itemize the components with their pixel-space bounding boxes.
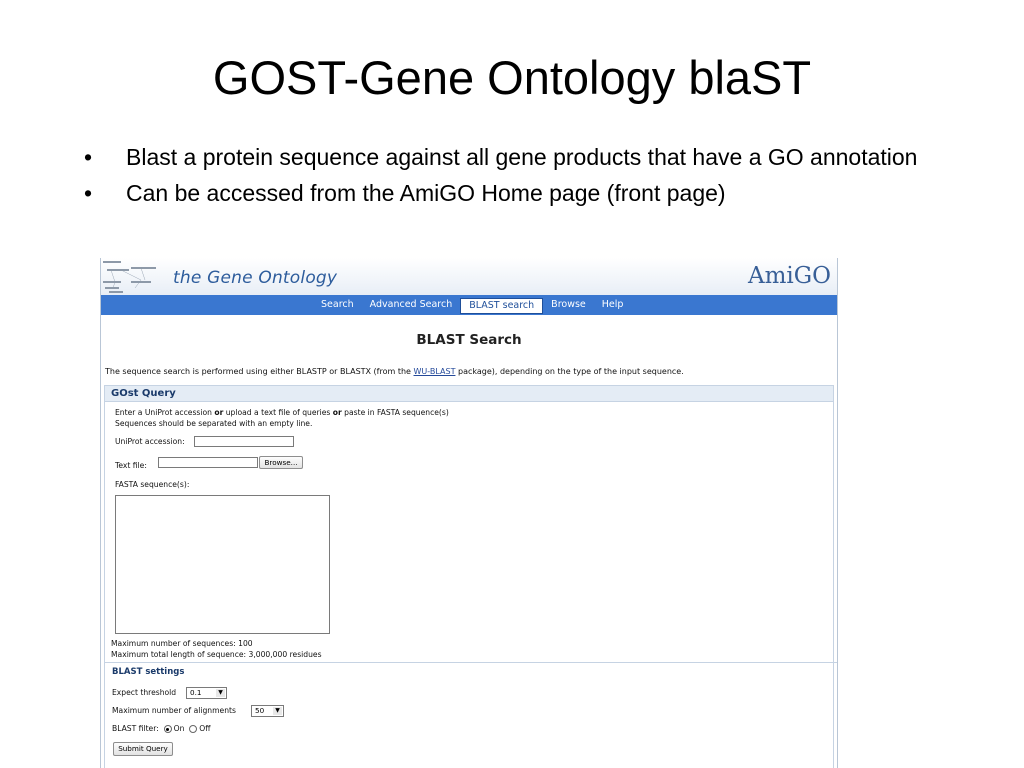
amigo-screenshot: the Gene Ontology AmiGO Search Advanced … bbox=[100, 258, 838, 768]
go-graph-icon bbox=[103, 261, 156, 293]
bullet-dot: • bbox=[84, 180, 93, 206]
fasta-textarea[interactable] bbox=[115, 495, 330, 634]
uniprot-label: UniProt accession: bbox=[115, 437, 185, 446]
bullet-item: • Blast a protein sequence against all ge… bbox=[84, 142, 964, 173]
intro-before: The sequence search is performed using e… bbox=[105, 367, 414, 376]
nav-blast-search[interactable]: BLAST search bbox=[460, 298, 544, 314]
filter-on-radio[interactable] bbox=[163, 725, 172, 733]
textfile-label: Text file: bbox=[115, 461, 147, 470]
intro-text: The sequence search is performed using e… bbox=[105, 367, 684, 376]
instr-c: paste in FASTA sequence(s) bbox=[341, 408, 449, 417]
instr-a: Enter a UniProt accession bbox=[115, 408, 215, 417]
expect-select[interactable]: 0.1 ▼ bbox=[186, 687, 227, 699]
intro-after: package), depending on the type of the i… bbox=[455, 367, 684, 376]
gost-query-heading: GOst Query bbox=[105, 386, 833, 402]
alignments-label: Maximum number of alignments bbox=[112, 706, 236, 715]
alignments-value: 50 bbox=[255, 706, 265, 715]
site-header: the Gene Ontology AmiGO bbox=[101, 258, 837, 296]
uniprot-input[interactable] bbox=[194, 436, 294, 447]
blast-settings-heading: BLAST settings bbox=[105, 662, 837, 677]
blast-filter: BLAST filter: On Off bbox=[112, 724, 210, 733]
query-instructions-2: Sequences should be separated with an em… bbox=[115, 419, 313, 428]
nav-help[interactable]: Help bbox=[594, 298, 632, 312]
nav-search[interactable]: Search bbox=[313, 298, 362, 312]
submit-query-button[interactable]: Submit Query bbox=[113, 742, 173, 756]
max-length: Maximum total length of sequence: 3,000,… bbox=[111, 650, 322, 659]
amigo-logo[interactable]: AmiGO bbox=[748, 263, 831, 289]
chevron-down-icon: ▼ bbox=[273, 707, 282, 715]
browse-button[interactable]: Browse... bbox=[259, 456, 303, 469]
bullet-item: • Can be accessed from the AmiGO Home pag… bbox=[84, 178, 964, 209]
filter-on-label[interactable]: On bbox=[174, 724, 185, 733]
expect-label: Expect threshold bbox=[112, 688, 177, 697]
chevron-down-icon: ▼ bbox=[216, 689, 225, 697]
instr-b: upload a text file of queries bbox=[223, 408, 333, 417]
filter-label: BLAST filter: bbox=[112, 724, 159, 733]
instr-or: or bbox=[332, 408, 342, 417]
nav-advanced-search[interactable]: Advanced Search bbox=[362, 298, 461, 312]
query-instructions: Enter a UniProt accession or upload a te… bbox=[115, 408, 449, 417]
expect-value: 0.1 bbox=[190, 688, 202, 697]
nav-browse[interactable]: Browse bbox=[543, 298, 594, 312]
wu-blast-link[interactable]: WU-BLAST bbox=[414, 367, 456, 376]
nav-items: Search Advanced Search BLAST search Brow… bbox=[313, 298, 631, 314]
instr-or: or bbox=[214, 408, 224, 417]
max-sequences: Maximum number of sequences: 100 bbox=[111, 639, 253, 648]
bullet-text: Blast a protein sequence against all gen… bbox=[126, 144, 918, 170]
bullet-list: • Blast a protein sequence against all ge… bbox=[84, 142, 964, 214]
filter-off-radio[interactable] bbox=[189, 725, 198, 733]
bullet-dot: • bbox=[84, 144, 93, 170]
site-title[interactable]: the Gene Ontology bbox=[173, 268, 337, 288]
nav-bar: Search Advanced Search BLAST search Brow… bbox=[101, 295, 837, 315]
fasta-label: FASTA sequence(s): bbox=[115, 480, 190, 489]
gost-query-panel: GOst Query Enter a UniProt accession or … bbox=[104, 385, 837, 768]
bullet-text: Can be accessed from the AmiGO Home page… bbox=[126, 180, 726, 206]
page-title: BLAST Search bbox=[416, 332, 522, 348]
textfile-input[interactable] bbox=[158, 457, 258, 468]
alignments-select[interactable]: 50 ▼ bbox=[251, 705, 284, 717]
filter-off-label[interactable]: Off bbox=[199, 724, 210, 733]
slide-title: GOST-Gene Ontology blaST bbox=[212, 51, 812, 104]
